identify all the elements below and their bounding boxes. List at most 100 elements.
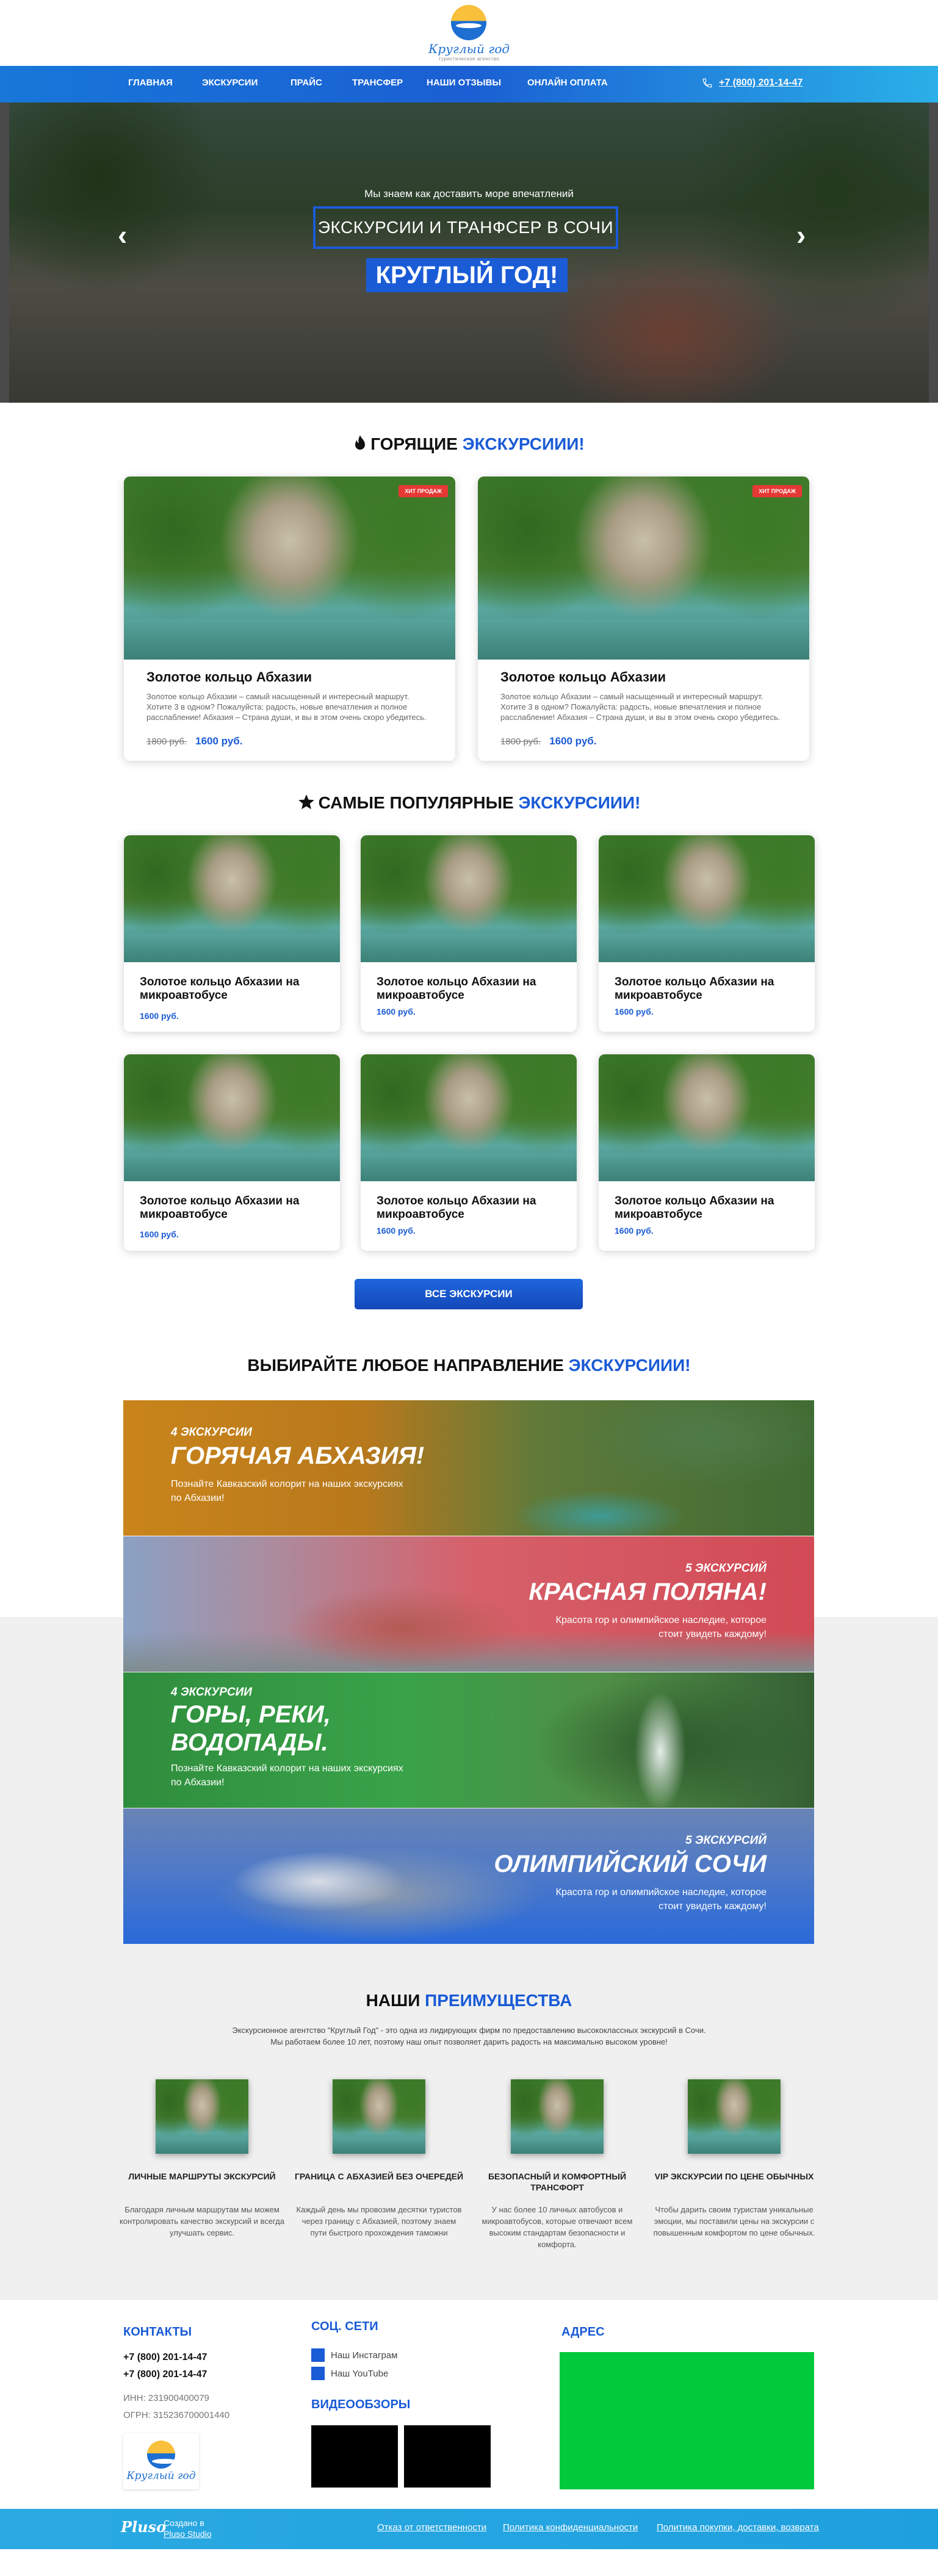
all-excursions-button[interactable]: Все экскурсии [355, 1279, 583, 1309]
nav-phone-text: +7 (800) 201-14-47 [719, 77, 803, 88]
hot-section-title: Горящие экскурсиии! [0, 434, 938, 456]
hot-card-title: Золотое кольцо Абхазии [500, 669, 666, 685]
popular-card[interactable]: Золотое кольцо Абхазии на микроавтобусе … [124, 1054, 340, 1251]
direction-banner-krasnaya-polyana[interactable]: 5 экскурсий Красная поляна! Красота гор … [123, 1536, 814, 1672]
youtube-label: Наш YouTube [331, 2368, 389, 2379]
video-thumbnail[interactable] [404, 2425, 491, 2488]
video-title: Видеообзоры [311, 2398, 411, 2411]
nav-item-excursions[interactable]: Экскурсии [202, 77, 258, 88]
directions-title-black: Выбирайте любое направление [247, 1356, 564, 1375]
privacy-link[interactable]: Политика конфиденциальности [503, 2522, 638, 2533]
direction-count: 5 экскурсий [685, 1562, 767, 1575]
direction-banner-mountains[interactable]: 4 экскурсии Горы, реки, водопады. Познай… [123, 1672, 814, 1808]
footer-logo[interactable]: Круглый год [123, 2433, 199, 2489]
advantage-image [511, 2079, 604, 2154]
direction-name: Красная поляна! [529, 1578, 767, 1605]
popular-card[interactable]: Золотое кольцо Абхазии на микроавтобусе … [361, 1054, 577, 1251]
logo-subtitle: туристическое агенство [438, 56, 500, 62]
excursion-photo [599, 1054, 815, 1181]
popular-section-title: Самые популярные экскурсиии! [0, 793, 938, 815]
direction-count: 4 экскурсии [171, 1426, 252, 1439]
direction-name: Горячая Абхазия! [171, 1442, 425, 1469]
instagram-label: Наш Инстаграм [331, 2350, 398, 2361]
contact-phone[interactable]: +7 (800) 201-14-47 [123, 2369, 207, 2380]
hot-card[interactable]: ХИТ ПРОДАЖ Золотое кольцо Абхазии Золото… [124, 477, 455, 761]
advantages-section-title: Наши преимущества [0, 1991, 938, 2010]
hit-badge: ХИТ ПРОДАЖ [399, 485, 448, 497]
purchase-policy-link[interactable]: Политика покупки, доставки, возврата [657, 2522, 819, 2533]
popular-card-price: 1600 руб. [377, 1226, 416, 1236]
slider-next-arrow-icon[interactable]: › [796, 218, 806, 251]
contact-phone[interactable]: +7 (800) 201-14-47 [123, 2352, 207, 2363]
phone-icon [702, 78, 712, 88]
excursion-photo: ХИТ ПРОДАЖ [124, 477, 455, 660]
inn-text: ИНН: 231900400079 [123, 2393, 209, 2403]
pluso-logo[interactable]: Pluso [121, 2518, 166, 2536]
nav-item-payment[interactable]: Онлайн оплата [527, 77, 608, 88]
popular-card-price: 1600 руб. [615, 1007, 654, 1016]
nav-item-price[interactable]: Прайс [290, 77, 322, 88]
direction-banner-olympic-sochi[interactable]: 5 экскурсий Олимпийский Сочи Красота гор… [123, 1808, 814, 1944]
video-thumbnail[interactable] [311, 2425, 398, 2488]
hero-subtitle: Мы знаем как доставить море впечатлений [364, 188, 574, 200]
popular-card[interactable]: Золотое кольцо Абхазии на микроавтобусе … [599, 835, 815, 1032]
popular-card-title: Золотое кольцо Абхазии на микроавтобусе [140, 976, 300, 1002]
sun-sea-logo-icon [147, 2441, 175, 2469]
advantages-title-black: Наши [366, 1991, 420, 2010]
direction-desc: Красота гор и олимпийское наследие, кото… [555, 1615, 767, 1639]
excursion-photo [124, 1054, 340, 1181]
popular-card-price: 1600 руб. [615, 1226, 654, 1236]
popular-card-price: 1600 руб. [377, 1007, 416, 1016]
created-line1: Создано в [164, 2518, 204, 2528]
direction-name: Олимпийский Сочи [494, 1851, 767, 1877]
popular-card[interactable]: Золотое кольцо Абхазии на микроавтобусе … [361, 835, 577, 1032]
advantages-title-blue: преимущества [425, 1991, 572, 2010]
advantage-title: Граница с Абхазией без очередей [294, 2171, 464, 2181]
disclaimer-link[interactable]: Отказ от ответственности [377, 2522, 486, 2533]
popular-title-black: Самые популярные [318, 793, 514, 812]
advantages-intro: Экскурсионное агентство "Круглый Год" - … [232, 2026, 706, 2046]
advantage-image [688, 2079, 781, 2154]
instagram-icon [311, 2348, 325, 2362]
hot-card-desc: Золотое кольцо Абхазии – самый насыщенны… [500, 692, 781, 722]
site-logo[interactable]: Круглый год туристическое агенство [428, 4, 510, 62]
popular-card[interactable]: Золотое кольцо Абхазии на микроавтобусе … [124, 835, 340, 1032]
hot-card-title: Золотое кольцо Абхазии [146, 669, 312, 685]
popular-card-title: Золотое кольцо Абхазии на микроавтобусе [140, 1195, 300, 1221]
direction-banner-abkhazia[interactable]: 4 экскурсии Горячая Абхазия! Познайте Ка… [123, 1400, 814, 1536]
new-price: 1600 руб. [549, 735, 597, 747]
new-price: 1600 руб. [195, 735, 243, 747]
logo-text: Круглый год [428, 41, 510, 56]
advantage-image [333, 2079, 425, 2154]
nav-phone-link[interactable]: +7 (800) 201-14-47 [702, 77, 803, 88]
nav-item-reviews[interactable]: Наши отзывы [427, 77, 501, 88]
pluso-studio-link[interactable]: Pluso Studio [164, 2528, 212, 2539]
hero-side-right [929, 103, 938, 403]
bottom-bar: Pluso Создано в Pluso Studio Отказ от от… [0, 2509, 938, 2549]
slider-prev-arrow-icon[interactable]: ‹ [118, 218, 127, 251]
contacts-title: Контакты [123, 2325, 192, 2339]
star-icon [298, 794, 315, 815]
advantage-title: Безопасный и комфортный трансфорт [488, 2171, 627, 2192]
social-title: Соц. сети [311, 2320, 378, 2333]
popular-card-price: 1600 руб. [140, 1229, 179, 1239]
instagram-link[interactable]: Наш Инстаграм [311, 2348, 397, 2362]
nav-item-home[interactable]: Главная [128, 77, 173, 88]
youtube-link[interactable]: Наш YouTube [311, 2367, 388, 2380]
address-map[interactable] [560, 2352, 814, 2489]
popular-card-title: Золотое кольцо Абхазии на микроавтобусе [377, 976, 536, 1002]
sun-sea-logo-icon [451, 4, 487, 40]
popular-card-price: 1600 руб. [140, 1011, 179, 1021]
hot-card[interactable]: ХИТ ПРОДАЖ Золотое кольцо Абхазии Золото… [478, 477, 809, 761]
directions-title-blue: экскурсиии! [568, 1356, 691, 1375]
popular-card[interactable]: Золотое кольцо Абхазии на микроавтобусе … [599, 1054, 815, 1251]
old-price: 1800 руб. [500, 736, 541, 747]
advantage-text: Чтобы дарить своим туристам уникальные э… [653, 2205, 815, 2237]
popular-card-title: Золотое кольцо Абхазии на микроавтобусе [615, 976, 774, 1002]
hot-title-black: Горящие [370, 434, 458, 453]
direction-count: 5 экскурсий [685, 1834, 767, 1847]
excursion-photo [599, 835, 815, 962]
direction-name: Горы, реки, водопады. [171, 1701, 331, 1756]
nav-item-transfer[interactable]: Трансфер [352, 77, 403, 88]
advantage-image [156, 2079, 248, 2154]
